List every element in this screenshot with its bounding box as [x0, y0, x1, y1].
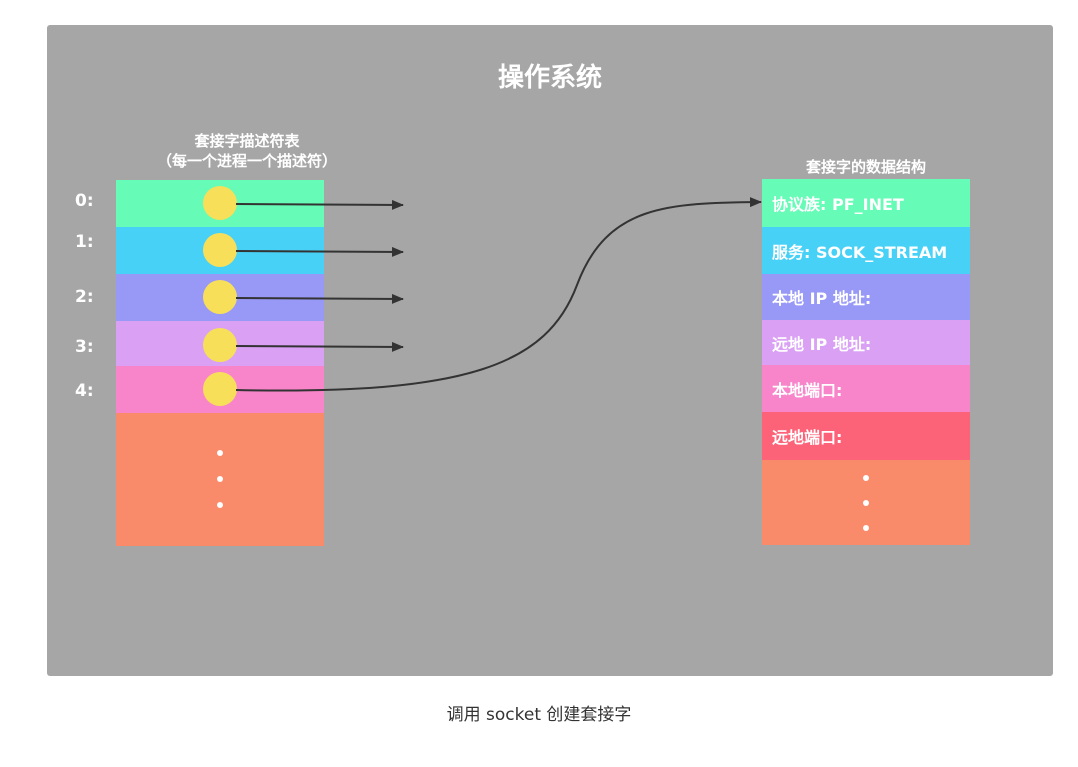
pointer-arrows: [235, 197, 762, 392]
figure-caption: 调用 socket 创建套接字: [446, 705, 632, 725]
arrow-fd-1: [235, 246, 404, 257]
arrow-fd-4-to-socket: [235, 197, 762, 392]
arrow-fd-3: [235, 341, 404, 352]
arrow-fd-2: [235, 293, 404, 304]
os-panel: 操作系统 套接字描述符表 （每一个进程一个描述符） 套接字的数据结构 0: 1:…: [47, 25, 1053, 676]
arrow-fd-0: [235, 199, 404, 210]
